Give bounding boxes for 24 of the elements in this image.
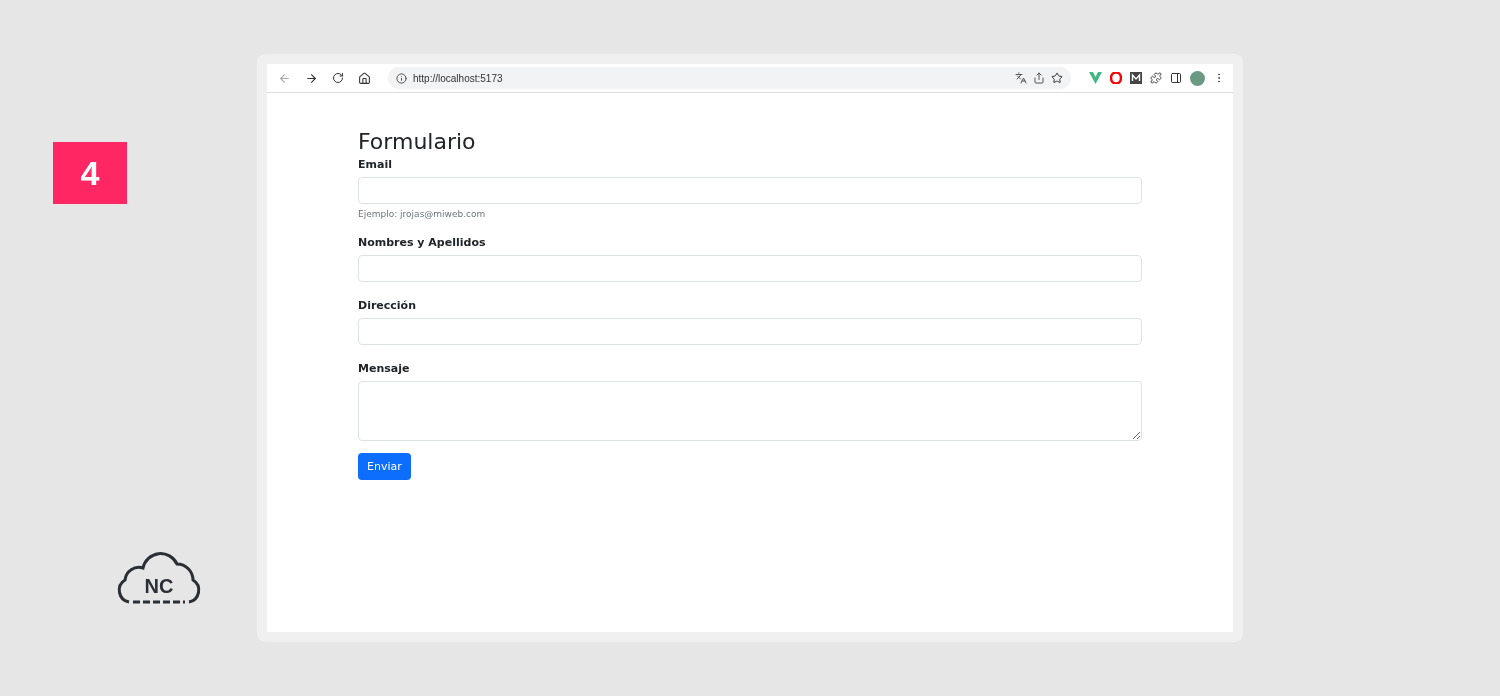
- field-label: Nombres y Apellidos: [358, 236, 487, 249]
- message-field[interactable]: [358, 381, 1142, 441]
- info-icon[interactable]: [396, 72, 407, 84]
- o-extension-icon[interactable]: [1110, 72, 1122, 84]
- field-label: Mensaje: [358, 362, 411, 375]
- avatar-icon[interactable]: [1190, 70, 1205, 86]
- step-number-badge: 4: [53, 142, 127, 204]
- input-field[interactable]: [358, 255, 1142, 282]
- m-extension-icon[interactable]: [1130, 72, 1142, 84]
- star-icon[interactable]: [1051, 72, 1063, 84]
- form-title: Formulario: [358, 129, 477, 154]
- input-field[interactable]: [358, 318, 1142, 345]
- field-hint: Ejemplo: jrojas@miweb.com: [358, 209, 487, 219]
- translate-icon[interactable]: [1015, 72, 1027, 84]
- field-label: Dirección: [358, 299, 417, 312]
- cloud-logo: NC: [115, 550, 203, 606]
- url-text: http://localhost:5173: [413, 72, 503, 84]
- field-label: Email: [358, 158, 393, 171]
- submit-button[interactable]: Enviar: [358, 453, 411, 480]
- puzzle-icon[interactable]: [1150, 72, 1162, 84]
- side-panel-icon[interactable]: [1170, 72, 1182, 84]
- input-field[interactable]: [358, 177, 1142, 204]
- address-bar[interactable]: http://localhost:5173: [388, 67, 1071, 89]
- share-icon[interactable]: [1033, 72, 1045, 84]
